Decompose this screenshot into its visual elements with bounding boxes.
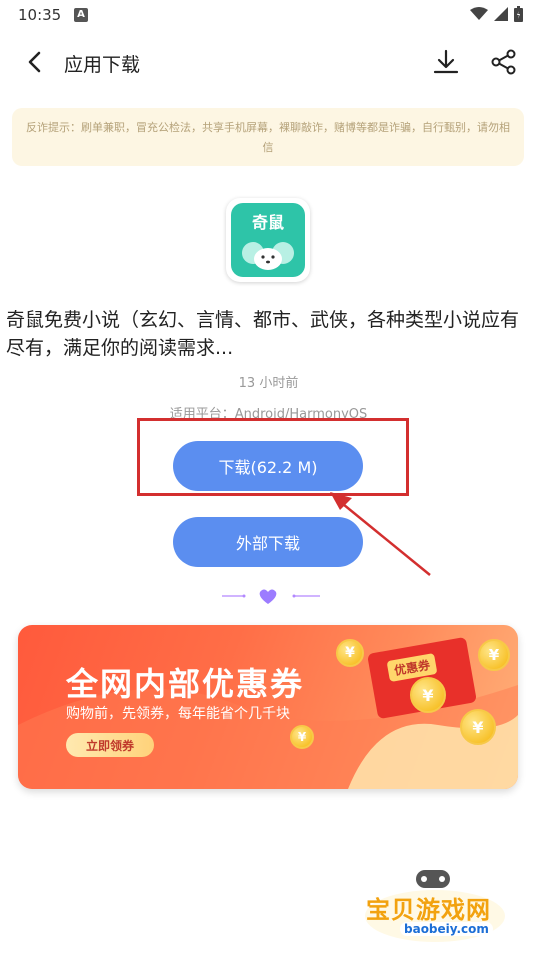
annotation-arrow-icon (330, 492, 431, 576)
signal-icon (494, 7, 508, 21)
notification-a-icon: A (74, 8, 88, 22)
coin-icon: ¥ (336, 639, 364, 667)
app-description: 奇鼠免费小说（玄幻、言情、都市、武侠，各种类型小说应有尽有，满足你的阅读需求..… (6, 309, 520, 359)
share-icon (491, 49, 516, 75)
wifi-icon (470, 7, 488, 20)
coupon-banner[interactable]: 全网内部优惠券 购物前，先领券，每年能省个几千块 立即领券 优惠券 ¥ ¥ ¥ … (18, 625, 518, 789)
watermark-title: 宝贝游戏网 (366, 896, 491, 924)
coin-icon: ¥ (460, 709, 496, 745)
page-title: 应用下载 (64, 54, 141, 76)
claim-coupon-button[interactable]: 立即领券 (66, 733, 154, 757)
watermark-url: baobeiy.com (400, 922, 493, 936)
update-time: 13 小时前 (238, 376, 299, 391)
app-icon: 奇鼠 (226, 198, 310, 282)
site-watermark: 宝贝游戏网 baobeiy.com (360, 868, 510, 948)
share-icon-button[interactable] (486, 44, 522, 80)
anti-fraud-notice: 反诈提示：刷单兼职，冒充公检法，共享手机屏幕，裸聊敲诈，赌博等都是诈骗，自行甄别… (12, 108, 524, 166)
status-bar: 10:35 A (0, 0, 537, 30)
coin-icon: ¥ (290, 725, 314, 749)
battery-icon (514, 6, 523, 22)
chevron-left-icon (28, 51, 41, 73)
download-icon-button[interactable] (428, 44, 464, 80)
heart-divider-icon (222, 589, 320, 604)
banner-title: 全网内部优惠券 (66, 665, 305, 703)
status-icons (470, 6, 523, 22)
back-button[interactable] (16, 44, 52, 80)
download-icon (433, 49, 459, 74)
mouse-logo-icon: 奇鼠 (231, 203, 305, 277)
coin-icon: ¥ (410, 677, 446, 713)
status-time: 10:35 (18, 6, 62, 24)
banner-subtitle: 购物前，先领券，每年能省个几千块 (66, 706, 290, 722)
nav-bar: 应用下载 (0, 38, 537, 88)
coin-icon: ¥ (478, 639, 510, 671)
